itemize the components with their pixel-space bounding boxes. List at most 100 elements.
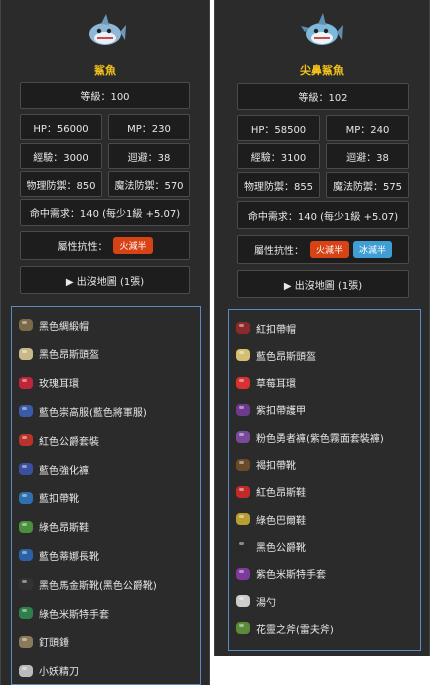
item-icon (236, 513, 250, 526)
drop-item[interactable]: 黑色馬金斯靴(黑色公爵靴) (16, 574, 198, 594)
drop-item-label: 藍色崇高服(藍色將軍服) (39, 407, 147, 419)
mob-name: 尖鼻鯊魚 (300, 64, 344, 77)
item-icon (236, 458, 250, 471)
drop-item[interactable]: 草莓耳環 (233, 373, 418, 393)
drop-item[interactable]: 小妖精刀 (16, 661, 198, 681)
drop-item[interactable]: 藍色崇高服(藍色將軍服) (16, 401, 198, 421)
drop-item[interactable]: 藍扣帶靴 (16, 488, 198, 508)
drop-item[interactable]: 褐扣帶靴 (233, 455, 418, 475)
drop-item-label: 綠色米斯特手套 (39, 609, 109, 621)
drop-item-label: 紅色公爵套裝 (39, 436, 99, 448)
drop-item[interactable]: 紅色昂斯鞋 (233, 482, 418, 502)
drop-item[interactable]: 紫色米斯特手套 (233, 564, 418, 584)
drop-item-label: 綠色巴爾鞋 (256, 515, 306, 527)
drop-item[interactable]: 粉色勇者褲(紫色霧面套裝褲) (233, 427, 418, 447)
item-icon (236, 567, 250, 580)
drop-item-label: 玫瑰耳環 (39, 379, 79, 391)
drop-item[interactable]: 藍色強化褲 (16, 459, 198, 479)
item-icon (236, 540, 250, 553)
drop-item-label: 草莓耳環 (256, 379, 296, 391)
accuracy-field: 命中需求：140 (每少1級 +5.07) (20, 199, 190, 226)
magic-def-field: 魔法防禦：575 (326, 172, 409, 198)
drop-item-label: 小妖精刀 (39, 667, 79, 679)
fire-half-badge: 火減半 (113, 237, 153, 254)
item-icon (19, 491, 33, 504)
attribute-resist-row: 屬性抗性： 火減半 冰減半 (237, 235, 409, 264)
drop-item[interactable]: 玫瑰耳環 (16, 373, 198, 393)
shark-icon (89, 14, 126, 45)
map-button[interactable]: ▶ 出沒地圖 (1張) (237, 270, 409, 298)
drop-item[interactable]: 紅扣帶帽 (233, 318, 418, 338)
drop-item[interactable]: 綠色昂斯鞋 (16, 517, 198, 537)
drop-item[interactable]: 紫扣帶護甲 (233, 400, 418, 420)
drop-item-label: 藍色蒂娜長靴 (39, 551, 99, 563)
attribute-resist-label: 屬性抗性： (57, 242, 108, 253)
evasion-field: 迴避：38 (108, 143, 190, 169)
drop-item-label: 黑色馬金斯靴(黑色公爵靴) (39, 580, 157, 592)
hp-field: HP：56000 (20, 114, 102, 140)
item-icon (236, 376, 250, 389)
fire-half-badge: 火減半 (309, 241, 349, 258)
mob-panel-shark: 鯊魚 等級：100 HP：56000 MP：230 經驗：3000 迴避：38 … (0, 0, 210, 685)
hp-field: HP：58500 (237, 115, 320, 141)
drop-item[interactable]: 藍色蒂娜長靴 (16, 545, 198, 565)
item-icon (19, 405, 33, 418)
drop-item-label: 藍色昂斯頭盔 (256, 351, 316, 363)
attribute-resist-row: 屬性抗性： 火減半 (20, 231, 190, 260)
drop-item-label: 花靈之斧(雷夫斧) (256, 624, 334, 636)
level-field: 等級：100 (20, 82, 190, 109)
attribute-resist-label: 屬性抗性： (253, 246, 304, 257)
item-icon (236, 431, 250, 444)
item-icon (19, 347, 33, 360)
mob-panel-sharp-nose-shark: 尖鼻鯊魚 等級：102 HP：58500 MP：240 經驗：3100 迴避：3… (214, 0, 430, 656)
map-button[interactable]: ▶ 出沒地圖 (1張) (20, 266, 190, 294)
drop-item[interactable]: 藍色昂斯頭盔 (233, 345, 418, 365)
drop-item[interactable]: 花靈之斧(雷夫斧) (233, 618, 418, 638)
item-icon (19, 635, 33, 648)
drop-item[interactable]: 綠色米斯特手套 (16, 603, 198, 623)
drop-item-label: 黑色綢緞帽 (39, 321, 89, 333)
drop-item[interactable]: 綠色巴爾鞋 (233, 509, 418, 529)
drop-item-label: 藍色強化褲 (39, 465, 89, 477)
drop-item-label: 紅色昂斯鞋 (256, 488, 306, 500)
drop-item-label: 釘頭錘 (39, 638, 69, 650)
drop-item[interactable]: 湯勺 (233, 591, 418, 611)
item-icon (19, 520, 33, 533)
drop-item-label: 湯勺 (256, 597, 276, 609)
drop-item-label: 紫扣帶護甲 (256, 406, 306, 418)
drop-item-label: 綠色昂斯鞋 (39, 523, 89, 535)
accuracy-field: 命中需求：140 (每少1級 +5.07) (237, 201, 409, 229)
item-icon (19, 607, 33, 619)
item-icon (19, 578, 33, 591)
shark-icon (301, 13, 343, 45)
drop-list: 黑色綢緞帽黑色昂斯頭盔 玫瑰耳環藍色崇高服(藍色將軍服) 紅色公爵套裝 藍色強化褲藍扣… (11, 306, 201, 685)
exp-field: 經驗：3100 (237, 143, 320, 169)
item-icon (236, 622, 250, 635)
item-icon (236, 403, 250, 416)
drop-item[interactable]: 紅色公爵套裝 (16, 430, 198, 450)
magic-def-field: 魔法防禦：570 (108, 171, 190, 197)
drop-item-label: 藍扣帶靴 (39, 494, 79, 506)
exp-field: 經驗：3000 (20, 143, 102, 169)
drop-item-label: 黑色昂斯頭盔 (39, 350, 99, 362)
phys-def-field: 物理防禦：855 (237, 172, 320, 198)
item-icon (19, 664, 33, 677)
drop-item-label: 黑色公爵靴 (256, 542, 306, 554)
drop-item-label: 紫色米斯特手套 (256, 570, 326, 582)
item-icon (19, 376, 33, 389)
item-icon (19, 463, 33, 475)
item-icon (19, 319, 33, 331)
evasion-field: 迴避：38 (326, 143, 409, 169)
drop-item-label: 紅扣帶帽 (256, 324, 296, 336)
drop-item-label: 粉色勇者褲(紫色霧面套裝褲) (256, 433, 384, 445)
ice-half-badge: 冰減半 (353, 241, 393, 258)
drop-item[interactable]: 黑色綢緞帽 (16, 315, 198, 335)
drop-item-label: 褐扣帶靴 (256, 461, 296, 472)
item-icon (236, 322, 250, 334)
drop-item[interactable]: 黑色公爵靴 (233, 536, 418, 556)
mp-field: MP：240 (326, 115, 409, 141)
item-icon (19, 549, 33, 562)
drop-item[interactable]: 釘頭錘 (16, 632, 198, 652)
item-icon (236, 485, 250, 498)
drop-item[interactable]: 黑色昂斯頭盔 (16, 344, 198, 364)
